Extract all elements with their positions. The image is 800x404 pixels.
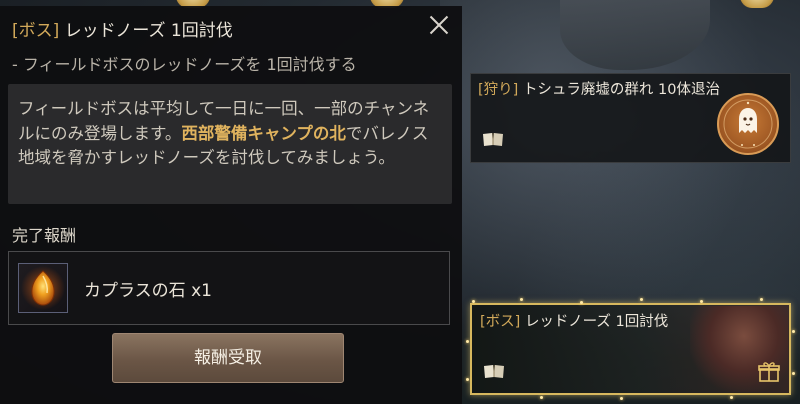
tracked-quest-tag: [狩り] — [478, 82, 519, 98]
reward-section-label: 完了報酬 — [12, 226, 77, 245]
completed-quest-tag: [ボス] — [480, 314, 521, 330]
caphras-stone-icon[interactable] — [18, 263, 68, 313]
sparkle — [466, 340, 469, 343]
tracked-quest-text: トシュラ廃墟の群れ 10体退治 — [522, 82, 720, 98]
quest-title-text: レッドノーズ 1回討伐 — [64, 21, 233, 41]
quest-description: フィールドボスは平均して一日に一回、一部のチャンネルにのみ登場します。西部警備キ… — [18, 97, 438, 171]
reward-item-name: カプラスの石 x1 — [84, 281, 212, 301]
description-location-highlight: 西部警備キャンプの北 — [181, 123, 346, 143]
sparkle — [792, 372, 795, 375]
sparkle — [520, 298, 523, 301]
tracked-quest-title: [狩り] トシュラ廃墟の群れ 10体退治 — [478, 78, 720, 99]
quest-category-tag: [ボス] — [12, 21, 60, 41]
book-icon[interactable] — [482, 131, 504, 147]
close-icon[interactable] — [424, 10, 454, 40]
sparkle — [700, 300, 703, 303]
gift-icon[interactable] — [757, 360, 781, 382]
sparkle — [640, 298, 643, 301]
sparkle — [540, 396, 543, 399]
sparkle — [580, 301, 583, 304]
quest-title: [ボス] レッドノーズ 1回討伐 — [12, 16, 233, 41]
quest-objective: - フィールドボスのレッドノーズを 1回討伐する — [12, 55, 357, 74]
book-icon[interactable] — [483, 363, 505, 379]
ghost-badge-icon — [717, 93, 779, 155]
completed-quest-title: [ボス] レッドノーズ 1回討伐 — [480, 310, 668, 331]
completed-quest-text: レッドノーズ 1回討伐 — [524, 314, 669, 330]
sparkle — [760, 298, 763, 301]
sparkle — [466, 378, 469, 381]
claim-reward-button[interactable]: 報酬受取 — [112, 333, 344, 383]
sparkle — [620, 397, 623, 400]
sparkle — [792, 330, 795, 333]
sparkle — [730, 396, 733, 399]
sparkle — [472, 300, 475, 303]
reward-item-row[interactable] — [8, 251, 450, 325]
